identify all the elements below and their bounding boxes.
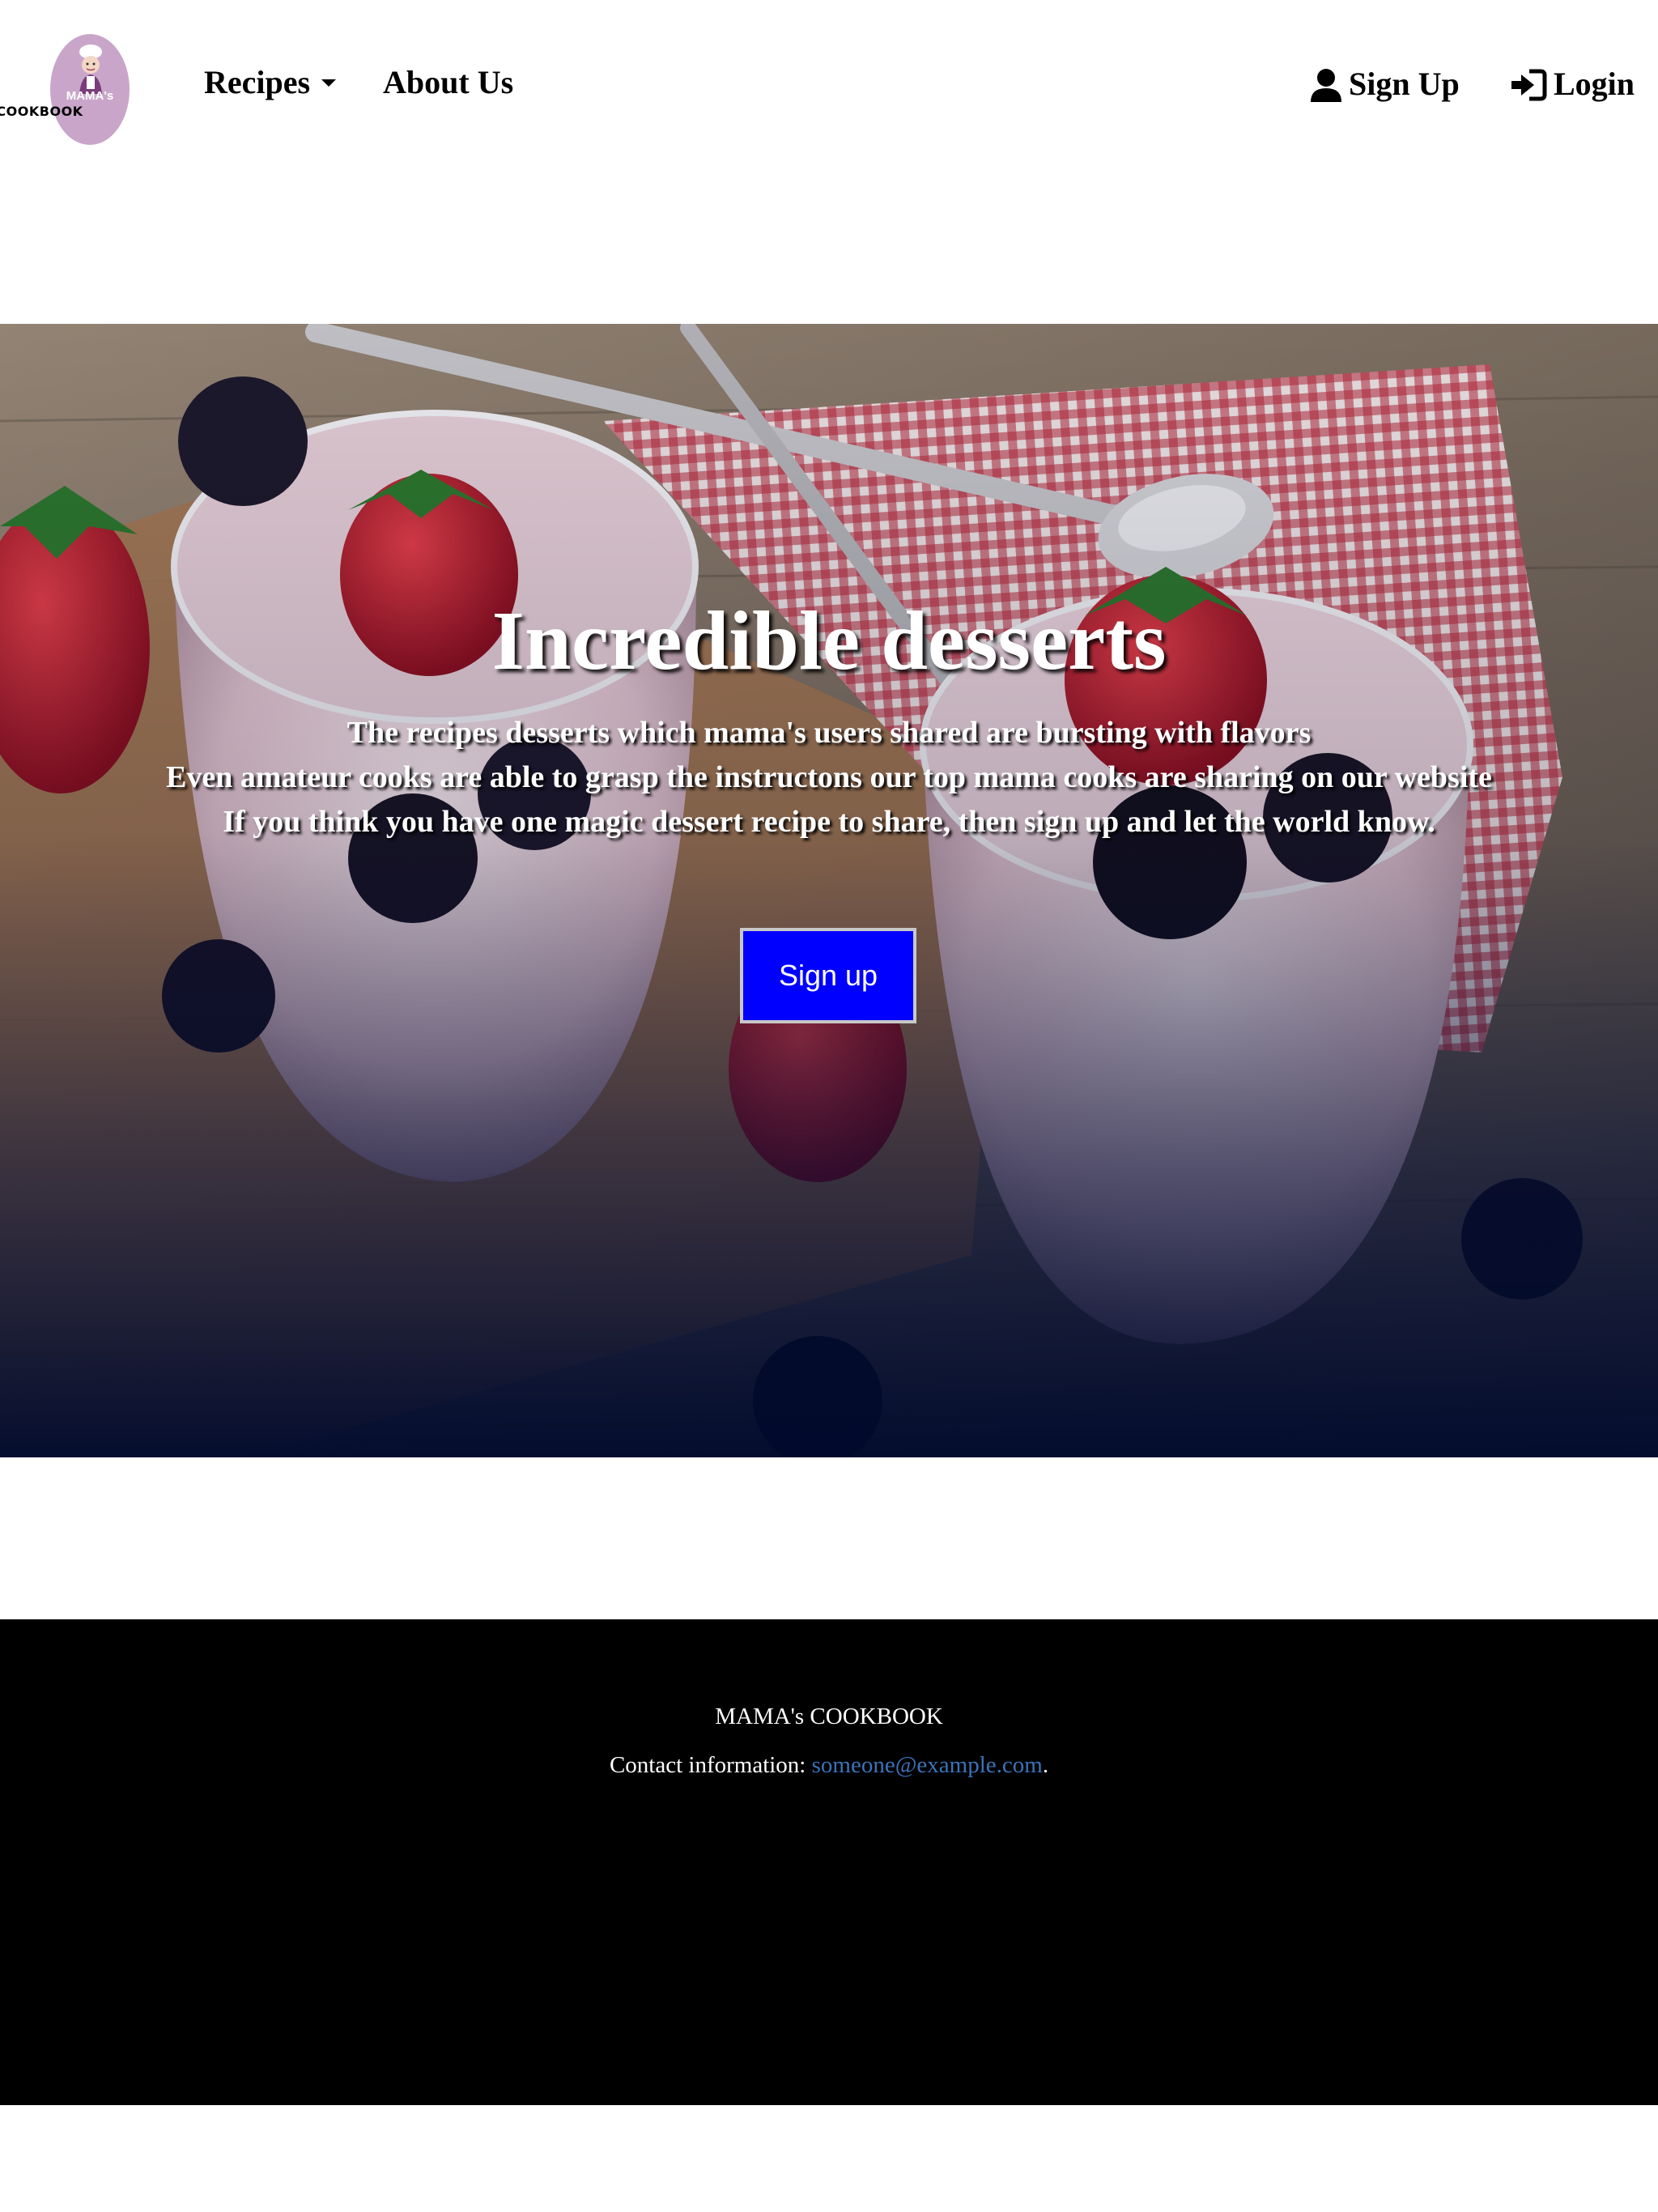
- hero-dark-overlay: [0, 324, 1658, 1457]
- nav-recipes-dropdown[interactable]: Recipes: [204, 64, 337, 100]
- caret-down-icon: [321, 79, 337, 87]
- logo-text-mama: MAMA's: [66, 89, 114, 103]
- footer-contact-label: Contact information:: [609, 1752, 806, 1778]
- user-icon: [1311, 69, 1341, 102]
- nav-login[interactable]: Login: [1510, 68, 1635, 102]
- hero-text-line-2: Even amateur cooks are able to grasp the…: [166, 760, 1492, 794]
- hero-title: Incredible desserts: [491, 594, 1167, 687]
- nav-login-label: Login: [1554, 66, 1635, 102]
- hero-banner: Incredible desserts The recipes desserts…: [0, 324, 1658, 1457]
- navbar: MAMA's COOKBOOK Recipes About Us Sign Up…: [0, 0, 1658, 178]
- footer-email-link[interactable]: someone@example.com: [812, 1752, 1043, 1778]
- footer: MAMA's COOKBOOK Contact information: som…: [0, 1619, 1658, 2105]
- hero-text-line-3: If you think you have one magic dessert …: [223, 805, 1435, 839]
- footer-contact: Contact information: someone@example.com…: [0, 1752, 1658, 1779]
- hero-text-line-1: The recipes desserts which mama's users …: [346, 716, 1312, 750]
- footer-brand: MAMA's COOKBOOK: [715, 1704, 943, 1729]
- nav-sign-up[interactable]: Sign Up: [1310, 68, 1460, 102]
- nav-recipes-label: Recipes: [204, 64, 311, 100]
- nav-sign-up-label: Sign Up: [1349, 66, 1460, 102]
- footer-contact-period: .: [1042, 1752, 1049, 1778]
- login-icon: [1511, 69, 1547, 101]
- logo-text-cookbook: COOKBOOK: [0, 104, 83, 119]
- nav-about-us[interactable]: About Us: [383, 66, 513, 99]
- hero-sign-up-button[interactable]: Sign up: [740, 928, 916, 1023]
- site-logo[interactable]: MAMA's: [50, 34, 130, 145]
